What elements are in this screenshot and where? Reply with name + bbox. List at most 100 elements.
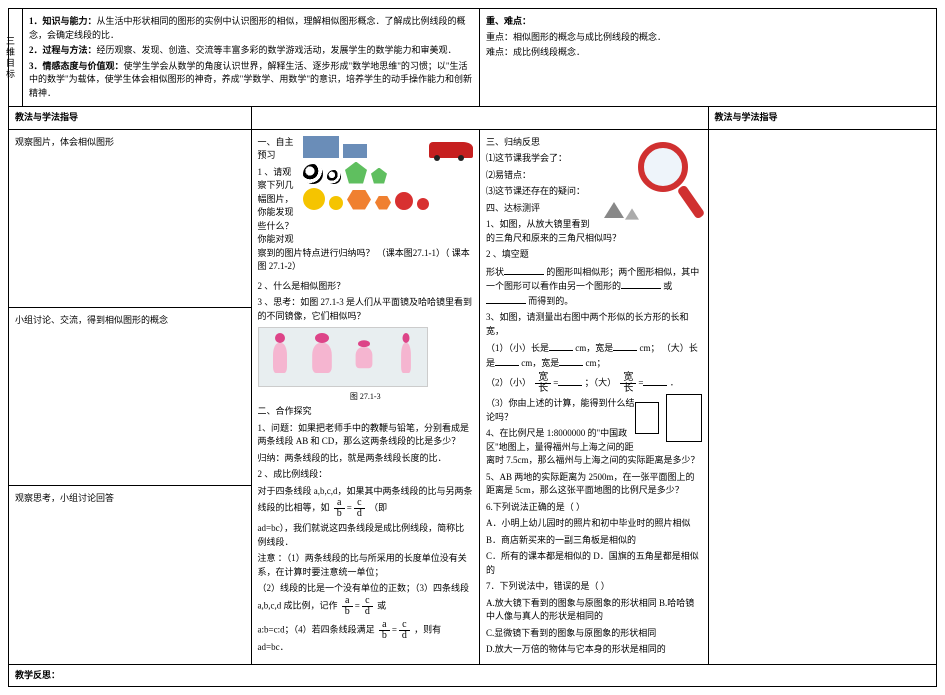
method-cell-1: 观察图片，体会相似图形 (9, 129, 252, 307)
left-p2a: 对于四条线段 a,b,c,d，如果其中两条线段的比与另两条线段的比相等，如 ab… (258, 485, 474, 520)
test-6c: C．所有的课本都是相似的 D．国旗的五角星都是相似的 (486, 550, 702, 577)
test-7: 7．下列说法中，错误的是（ ） (486, 580, 702, 594)
reflection-cell: 教学反思： (9, 664, 937, 687)
blank-8 (558, 376, 582, 386)
t3-2a: （2）（小） (486, 378, 531, 388)
obj2-text: 经历观察、发现、创造、交流等丰富多彩的数学游戏活动，发展学生的数学能力和审美观． (97, 45, 457, 55)
red-circle-small-icon (417, 198, 429, 210)
frac-c-d-3: cd (399, 620, 410, 641)
frac-c-d: cd (354, 498, 365, 519)
section2-title: 二、合作探究 (258, 405, 474, 419)
objectives-label: 三维目标 (9, 9, 23, 107)
figure-caption: 图 27.1-3 (258, 391, 474, 403)
test-7b: C.显微镜下看到的图象与原图象的形状相同 (486, 627, 702, 641)
figure-short-icon (349, 340, 378, 374)
left-p2a-end: ad=bc），我们就说这四条线段是成比例线段，简称比例线段． (258, 522, 474, 549)
test-5: 5、AB 两地的实际距离为 2500m，在一张平面图上的距离是 5cm，那么这张… (486, 471, 702, 498)
mirror-illustration (258, 327, 428, 387)
figure-wide-icon (305, 333, 339, 381)
blank-2 (621, 279, 661, 289)
frac-a-b-3: ab (379, 620, 390, 641)
soccer-ball-small-icon (327, 170, 341, 184)
method-r3: 观察思考，小组讨论回答 (15, 492, 245, 506)
pentagon-icon (345, 162, 367, 184)
reflection-row: 教学反思： (9, 664, 937, 687)
red-circle-icon (395, 192, 413, 210)
test-3-2: （2）（小） 宽长= ；（大） 宽长= ． (486, 373, 702, 394)
blank-5 (613, 341, 637, 351)
test-2: 2 、填空题 (486, 248, 702, 262)
method-header-left: 教法与学法指导 (9, 107, 252, 130)
t3-1d: cm，宽是 (521, 358, 559, 368)
hexagon-small-icon (375, 196, 391, 210)
diff-text2: 难点：成比例线段概念． (486, 46, 930, 60)
t3-2c: ． (670, 378, 679, 388)
right-main-cell: 三、归纳反思 ⑴这节课我学会了： ⑵易错点： ⑶这节课还存在的疑问： 四、达标测… (480, 129, 709, 664)
t2a-pre: 形状 (486, 267, 504, 277)
building-small-icon (343, 144, 367, 158)
p2a-pre: 对于四条线段 a,b,c,d，如果其中两条线段的比与另两条线段的比相等，如 (258, 486, 473, 513)
method-r1: 观察图片，体会相似图形 (15, 136, 245, 150)
left-p1: 1、问题：如果把老师手中的教鞭与铅笔，分别看成是两条线段 AB 和 CD，那么这… (258, 422, 474, 449)
test-6: 6.下列说法正确的是（ ） (486, 501, 702, 515)
car-icon (429, 142, 473, 158)
rect-large-icon (666, 394, 702, 442)
t3-1b: cm，宽是 (575, 343, 613, 353)
circle-small-icon (329, 196, 343, 210)
t2a-end: 而得到的。 (528, 296, 573, 306)
test-3: 3、如图，请测量出右图中两个形似的长方形的长和宽， (486, 311, 702, 338)
frac-wl-1: 宽长 (535, 373, 551, 394)
blank-1 (504, 265, 544, 275)
left-q3: 3 、思考：如图 27.1-3 是人们从平面镜及哈哈镜里看到的不同镜像，它们相似… (258, 296, 474, 323)
blank-4 (549, 341, 573, 351)
method-right-cell (708, 129, 937, 664)
objectives-cell: 1．知识与能力：从生活中形状相同的图形的实例中认识图形的相似，理解相似图形概念．… (23, 9, 480, 107)
diff-text1: 重点：相似图形的概念与成比例线段的概念． (486, 31, 930, 45)
soccer-ball-icon (303, 164, 323, 184)
obj2-label: 2．过程与方法： (29, 45, 97, 55)
method-cell-3: 观察思考，小组讨论回答 (9, 486, 252, 664)
note2b-text: 或 (377, 600, 386, 610)
frac-a-b-2: ab (342, 596, 353, 617)
lesson-plan-table: 三维目标 1．知识与能力：从生活中形状相同的图形的实例中认识图形的相似，理解相似… (8, 8, 937, 687)
figure-icon (268, 333, 292, 381)
note3-pre: a:b=c:d；（4）若四条线段满足 (258, 624, 375, 634)
rect-small-icon (635, 402, 659, 434)
method-cell-2: 小组讨论、交流，得到相似图形的概念 (9, 307, 252, 485)
hexagon-icon (347, 190, 371, 210)
left-note2: （2）线段的比是一个没有单位的正数；（3）四条线段 a,b,c,d 成比例，记作… (258, 582, 474, 617)
left-p1b: 归纳：两条线段的比，就是两条线段长度的比． (258, 452, 474, 466)
magnifier-illustration (598, 138, 698, 228)
blank-7 (559, 356, 583, 366)
method-header-right: 教法与学法指导 (708, 107, 937, 130)
blank-3 (486, 294, 526, 304)
left-q2: 2 、什么是相似图形？ (258, 280, 474, 294)
t3-1e: cm； (586, 358, 606, 368)
left-p2: 2 、成比例线段： (258, 468, 474, 482)
p2a-post: （即 (369, 503, 387, 513)
building-icon (303, 136, 339, 158)
main-header-spacer (251, 107, 708, 130)
frac-c-d-2: cd (362, 596, 373, 617)
pentagon-small-icon (371, 168, 387, 184)
t2a-mid2: 或 (663, 281, 672, 291)
figure-thin-icon (397, 333, 414, 381)
blank-9 (643, 376, 667, 386)
obj1-label: 1．知识与能力： (29, 16, 97, 26)
left-note1: 注意 ：（1）两条线段的比与所采用的长度单位没有关系，在计算时要注意统一单位； (258, 552, 474, 579)
test-7a: A.放大镜下看到的图象与原图象的形状相同 B.哈哈镜中人像与真人的形状是相同的 (486, 597, 702, 624)
difficulties-cell: 重、难点： 重点：相似图形的概念与成比例线段的概念． 难点：成比例线段概念． (480, 9, 937, 107)
objectives-row: 三维目标 1．知识与能力：从生活中形状相同的图形的实例中认识图形的相似，理解相似… (9, 9, 937, 107)
body-row-1: 观察图片，体会相似图形 (9, 129, 937, 307)
method-r2: 小组讨论、交流，得到相似图形的概念 (15, 314, 245, 328)
frac-a-b: ab (334, 498, 345, 519)
blank-6 (495, 356, 519, 366)
test-6b: B．商店新买来的一副三角板是相似的 (486, 534, 702, 548)
triangle-small-icon (625, 208, 639, 219)
test-6a: A．小明上幼儿园时的照片和初中毕业时的照片相似 (486, 517, 702, 531)
shapes-illustration (303, 136, 473, 236)
magnifier-glass-icon (638, 142, 688, 192)
t3-1a: （1）（小）长是 (486, 343, 549, 353)
left-main-cell: 一、自主预习 1 、请观察下列几幅图片，你能发现些什么？你能对观察到的图片特点进… (251, 129, 480, 664)
diff-label: 重、难点： (486, 16, 531, 26)
